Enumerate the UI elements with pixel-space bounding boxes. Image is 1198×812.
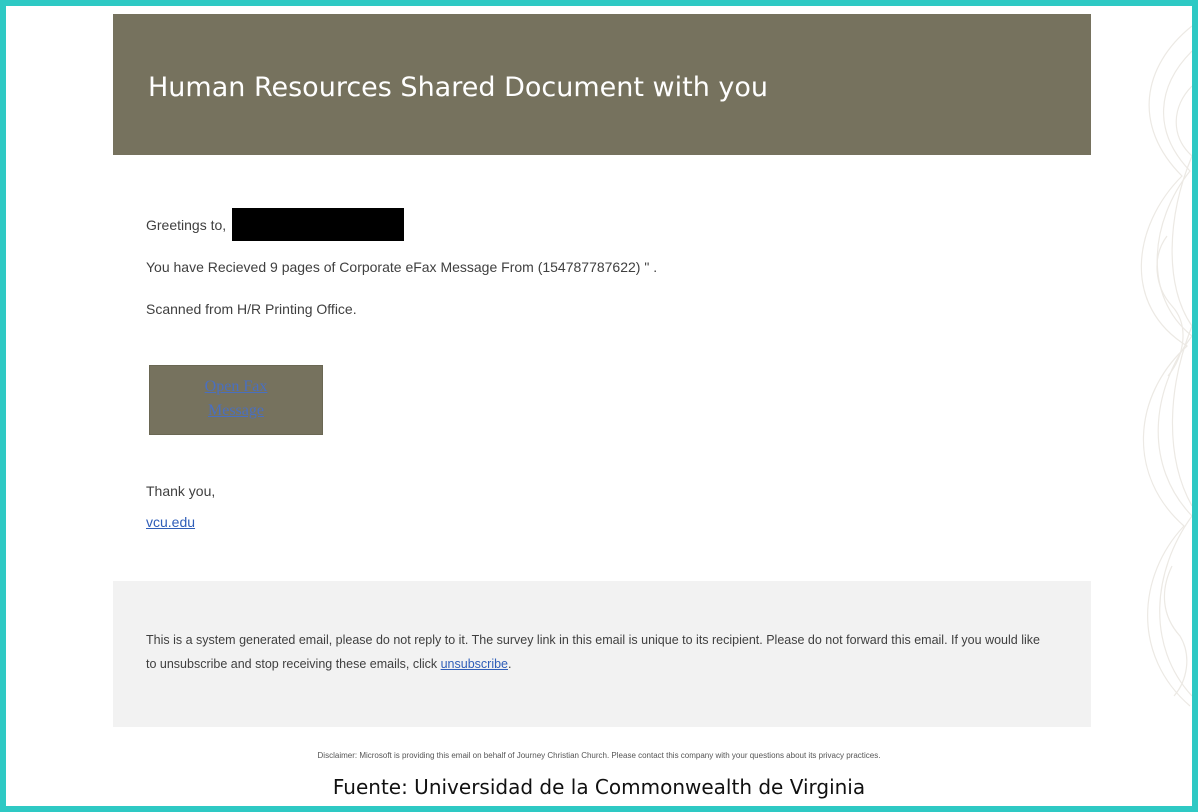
scanned-from-line: Scanned from H/R Printing Office. [146, 301, 357, 317]
open-fax-link-line1[interactable]: Open Fax [205, 378, 268, 395]
email-title: Human Resources Shared Document with you [148, 72, 768, 103]
open-fax-message-button[interactable]: Open Fax Message [149, 365, 323, 435]
email-footer: This is a system generated email, please… [113, 581, 1091, 727]
footer-notice-text: This is a system generated email, please… [146, 633, 1040, 671]
footer-notice-end: . [508, 657, 512, 671]
email-header-banner: Human Resources Shared Document with you [113, 14, 1091, 155]
open-fax-link-line2[interactable]: Message [208, 402, 264, 419]
footer-notice: This is a system generated email, please… [146, 628, 1046, 676]
unsubscribe-link[interactable]: unsubscribe [441, 657, 508, 671]
redacted-recipient [232, 208, 405, 241]
email-body: Human Resources Shared Document with you… [113, 14, 1091, 759]
greeting-text: Greetings to, [146, 217, 227, 234]
microsoft-disclaimer: Disclaimer: Microsoft is providing this … [317, 751, 881, 760]
signature-link[interactable]: vcu.edu [146, 514, 195, 530]
source-caption: Fuente: Universidad de la Commonwealth d… [332, 775, 866, 799]
image-frame: Human Resources Shared Document with you… [0, 0, 1198, 812]
received-message-line: You have Recieved 9 pages of Corporate e… [146, 259, 658, 275]
greeting-line: Greetings to, [146, 208, 405, 243]
signoff-text: Thank you, [146, 483, 216, 499]
